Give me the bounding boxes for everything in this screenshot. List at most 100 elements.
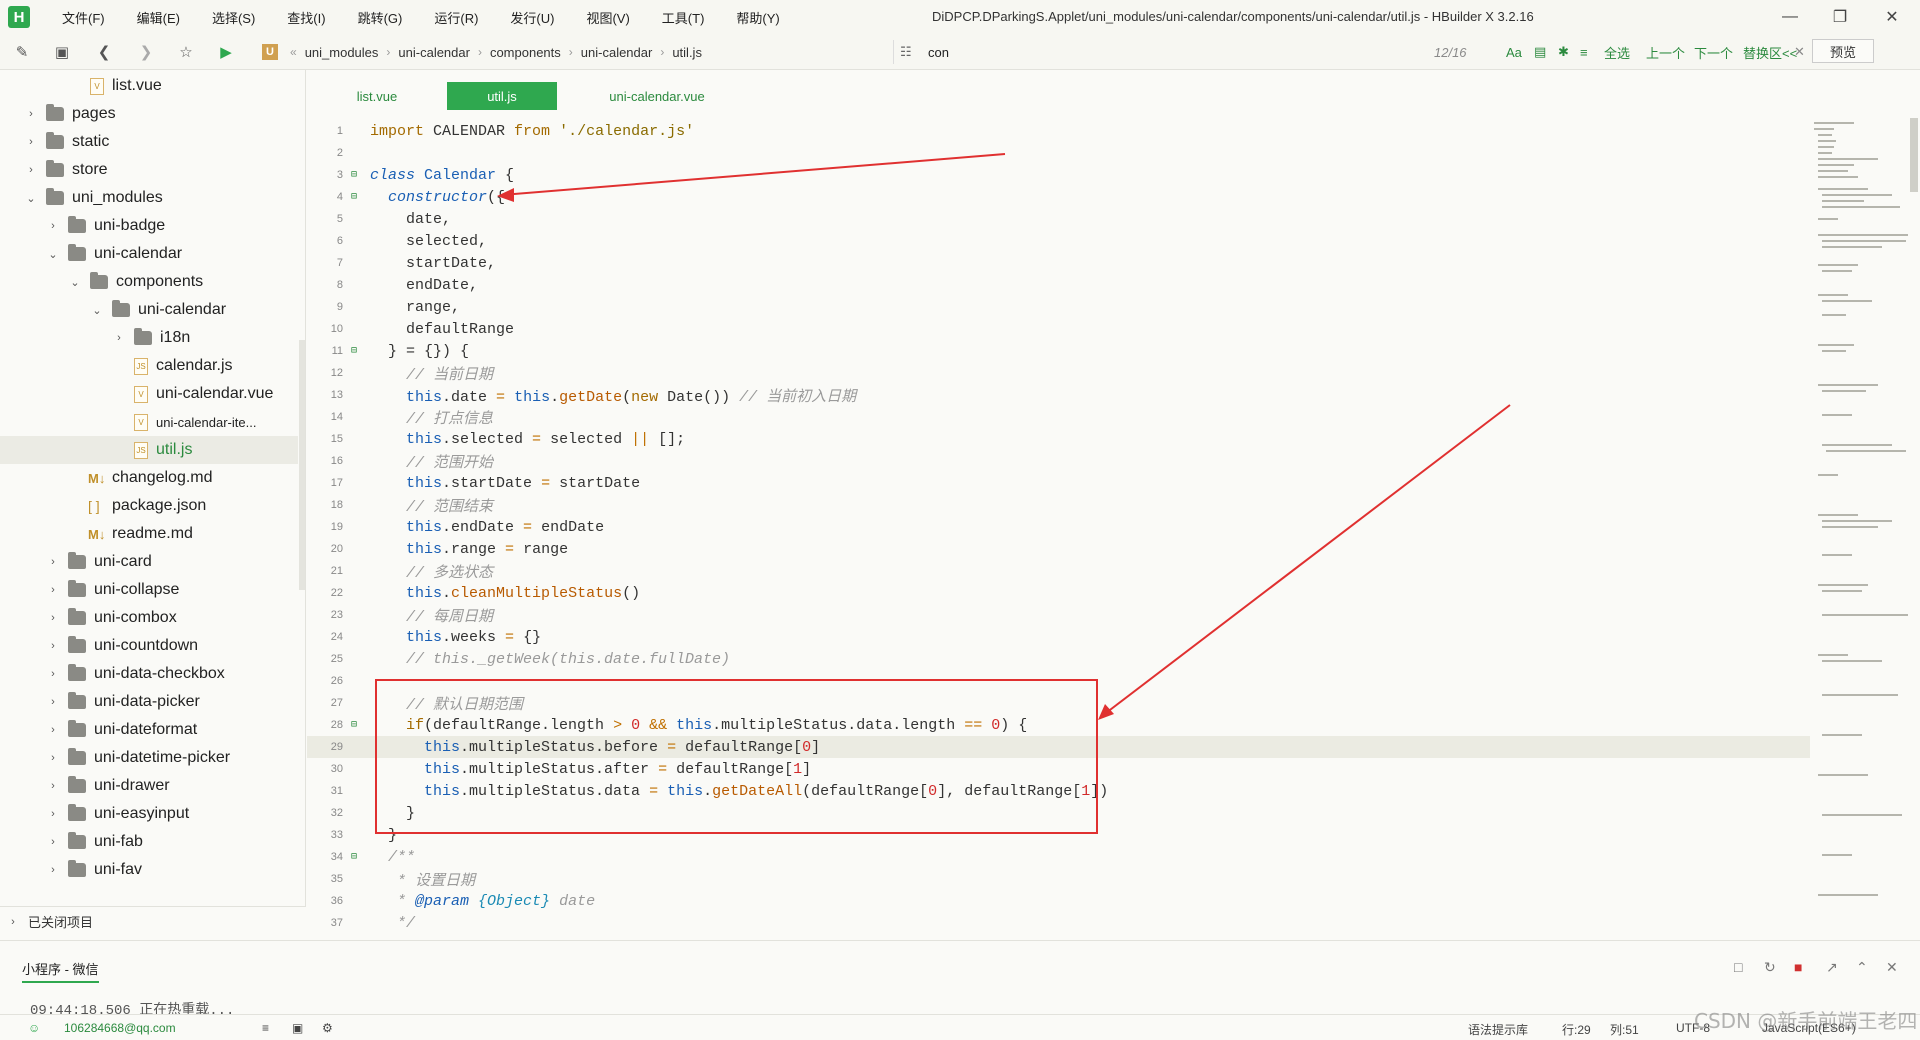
breadcrumb-item[interactable]: util.js xyxy=(672,45,702,60)
terminal-icon[interactable]: ▣ xyxy=(292,1021,303,1035)
run-icon[interactable]: ▶ xyxy=(216,42,236,62)
tree-item-uni-countdown[interactable]: › uni-countdown xyxy=(0,632,298,660)
chevron-right-icon[interactable]: › xyxy=(46,864,60,876)
tree-item-uni-calendar-vue[interactable]: Vuni-calendar.vue xyxy=(0,380,298,408)
tree-item-uni-fab[interactable]: › uni-fab xyxy=(0,828,298,856)
menu-view[interactable]: 视图(V) xyxy=(586,8,629,27)
find-next-button[interactable]: 下一个 xyxy=(1694,43,1733,62)
breadcrumb-item[interactable]: uni-calendar xyxy=(581,45,653,60)
tree-item-calendar-js[interactable]: JS calendar.js xyxy=(0,352,298,380)
chevron-right-icon[interactable]: › xyxy=(46,220,60,232)
menu-edit[interactable]: 编辑(E) xyxy=(137,8,180,27)
breadcrumb-item[interactable]: uni-calendar xyxy=(398,45,470,60)
menu-run[interactable]: 运行(R) xyxy=(434,8,478,27)
match-case-toggle[interactable]: Aa xyxy=(1506,45,1522,60)
replace-toggle-button[interactable]: 替换区<< xyxy=(1743,43,1797,62)
fold-toggle-icon[interactable]: ⊟ xyxy=(348,169,360,181)
chevron-right-icon[interactable]: › xyxy=(46,808,60,820)
chevron-down-icon[interactable]: ⌄ xyxy=(90,304,104,317)
clear-console-icon[interactable]: □ xyxy=(1734,959,1742,975)
tree-item-i18n[interactable]: › i18n xyxy=(0,324,298,352)
breadcrumb-item[interactable]: components xyxy=(490,45,561,60)
maximize-icon[interactable]: ❐ xyxy=(1820,4,1860,30)
save-icon[interactable]: ▣ xyxy=(52,42,72,62)
select-all-button[interactable]: 全选 xyxy=(1604,43,1630,62)
chevron-right-icon[interactable]: › xyxy=(46,584,60,596)
restart-icon[interactable]: ↻ xyxy=(1764,959,1776,976)
tree-item-util-js[interactable]: JS util.js xyxy=(0,436,298,464)
new-file-icon[interactable]: ✎ xyxy=(12,42,32,62)
tree-item-changelog-md[interactable]: M↓ changelog.md xyxy=(0,464,298,492)
menu-file[interactable]: 文件(F) xyxy=(62,8,105,27)
menu-help[interactable]: 帮助(Y) xyxy=(736,8,779,27)
chevron-right-icon[interactable]: › xyxy=(46,752,60,764)
plugin-icon[interactable]: ⚙ xyxy=(322,1021,333,1035)
tree-item-uni-card[interactable]: › uni-card xyxy=(0,548,298,576)
bookmark-star-icon[interactable]: ☆ xyxy=(176,42,196,62)
chevron-up-icon[interactable]: ⌃ xyxy=(1856,959,1868,976)
syntax-hint-lib[interactable]: 语法提示库 xyxy=(1468,1021,1528,1038)
tree-item-uni-data-picker[interactable]: › uni-data-picker xyxy=(0,688,298,716)
tab-uni-calendar-vue[interactable]: uni-calendar.vue xyxy=(577,82,737,110)
close-find-icon[interactable]: ✕ xyxy=(1794,44,1805,60)
tree-item-uni-calendar-sub[interactable]: ⌄ uni-calendar xyxy=(0,296,298,324)
menu-find[interactable]: 查找(I) xyxy=(287,8,325,27)
list-icon[interactable]: ≡ xyxy=(1580,45,1588,60)
chevron-right-icon[interactable]: › xyxy=(46,780,60,792)
find-previous-button[interactable]: 上一个 xyxy=(1646,43,1685,62)
account-icon[interactable]: ☺ xyxy=(28,1021,40,1035)
chevron-down-icon[interactable]: ⌄ xyxy=(46,248,60,261)
account-email[interactable]: 106284668@qq.com xyxy=(64,1021,176,1035)
chevron-right-icon[interactable]: › xyxy=(24,108,38,120)
tree-item-uni-badge[interactable]: › uni-badge xyxy=(0,212,298,240)
tree-item-store[interactable]: › store xyxy=(0,156,298,184)
tree-item-pages[interactable]: › pages xyxy=(0,100,298,128)
regex-icon[interactable]: ✱ xyxy=(1558,44,1569,60)
tree-item-uni-modules[interactable]: ⌄ uni_modules xyxy=(0,184,298,212)
chevron-right-icon[interactable]: › xyxy=(24,136,38,148)
tree-item-uni-dateformat[interactable]: › uni-dateformat xyxy=(0,716,298,744)
tree-item-uni-easyinput[interactable]: › uni-easyinput xyxy=(0,800,298,828)
fold-toggle-icon[interactable]: ⊟ xyxy=(348,851,360,863)
tree-item-uni-datetime-picker[interactable]: › uni-datetime-picker xyxy=(0,744,298,772)
fold-toggle-icon[interactable]: ⊟ xyxy=(348,719,360,731)
tree-item-uni-combox[interactable]: › uni-combox xyxy=(0,604,298,632)
tree-item-readme-md[interactable]: M↓ readme.md xyxy=(0,520,298,548)
chevron-right-icon[interactable]: › xyxy=(46,724,60,736)
tree-item-uni-drawer[interactable]: › uni-drawer xyxy=(0,772,298,800)
tree-item-uni-data-checkbox[interactable]: › uni-data-checkbox xyxy=(0,660,298,688)
outline-icon[interactable]: ≡ xyxy=(262,1021,269,1035)
preview-button[interactable]: 预览 xyxy=(1812,39,1874,63)
chevron-right-icon[interactable]: › xyxy=(46,612,60,624)
menu-publish[interactable]: 发行(U) xyxy=(510,8,554,27)
tree-item-components[interactable]: ⌄ components xyxy=(0,268,298,296)
tab-list-vue[interactable]: list.vue xyxy=(327,82,427,110)
tree-item-uni-calendar-item[interactable]: Vuni-calendar-ite... xyxy=(0,408,298,436)
forward-icon[interactable]: ❯ xyxy=(136,42,156,62)
breadcrumb-item[interactable]: uni_modules xyxy=(305,45,379,60)
fold-toggle-icon[interactable]: ⊟ xyxy=(348,345,360,357)
code-minimap[interactable] xyxy=(1810,114,1910,940)
chevron-right-icon[interactable]: › xyxy=(46,668,60,680)
menu-goto[interactable]: 跳转(G) xyxy=(358,8,403,27)
menu-select[interactable]: 选择(S) xyxy=(212,8,255,27)
export-icon[interactable]: ↗ xyxy=(1826,959,1838,976)
tree-item-static[interactable]: › static xyxy=(0,128,298,156)
tree-item-uni-fav[interactable]: › uni-fav xyxy=(0,856,298,884)
tree-item-uni-calendar[interactable]: ⌄ uni-calendar xyxy=(0,240,298,268)
chevron-down-icon[interactable]: ⌄ xyxy=(68,276,82,289)
chevron-down-icon[interactable]: ⌄ xyxy=(24,192,38,205)
chevron-right-icon[interactable]: › xyxy=(46,696,60,708)
close-panel-icon[interactable]: ✕ xyxy=(1886,959,1898,976)
fold-toggle-icon[interactable]: ⊟ xyxy=(348,191,360,203)
editor-scrollbar[interactable] xyxy=(1910,118,1918,192)
stop-icon[interactable]: ■ xyxy=(1794,959,1802,975)
tab-util-js[interactable]: util.js xyxy=(447,82,557,110)
chevron-right-icon[interactable]: › xyxy=(24,164,38,176)
tree-item-list-vue[interactable]: Vlist.vue xyxy=(0,72,298,100)
tree-item-package-json[interactable]: [ ] package.json xyxy=(0,492,298,520)
chevron-right-icon[interactable]: › xyxy=(46,640,60,652)
menu-tools[interactable]: 工具(T) xyxy=(662,8,705,27)
chevron-right-icon[interactable]: › xyxy=(6,916,20,928)
back-icon[interactable]: ❮ xyxy=(94,42,114,62)
